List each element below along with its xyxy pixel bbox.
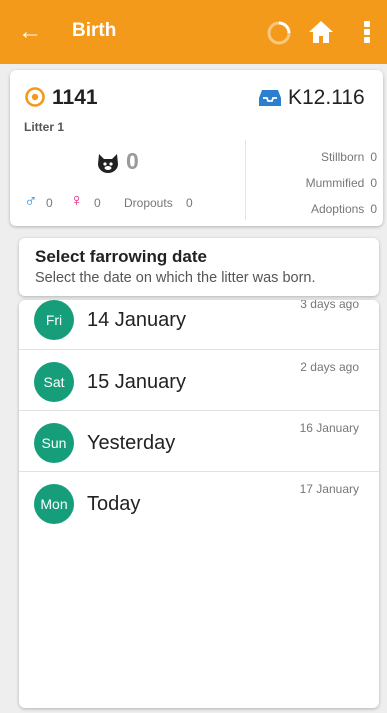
stat-value: 0 [370,202,377,216]
piglet-count: 0 [126,148,139,174]
male-count: 0 [46,196,53,210]
sow-summary-card: 1141 K12.116 Litter 1 0 ♂ 0 ♀ 0 Dropouts… [10,70,383,226]
litter-label: Litter 1 [24,120,65,134]
row-divider [19,471,379,472]
day-badge: Sun [34,423,74,463]
date-label: 14 January [87,309,186,331]
stat-adoptions: Adoptions 0 [305,202,377,216]
stat-label: Adoptions [310,202,365,216]
stat-label: Stillborn [320,150,365,164]
stat-value: 0 [370,150,377,164]
stat-label: Mummified [305,176,365,190]
date-label: 15 January [87,371,186,393]
relative-date: 2 days ago [300,360,359,374]
sow-id: 1141 [52,86,98,109]
date-row-fri[interactable]: Fri 14 January 3 days ago [19,300,379,350]
row-divider [19,410,379,411]
stat-stillborn: Stillborn 0 [315,150,377,164]
home-icon[interactable] [307,18,335,46]
back-arrow-icon[interactable]: ← [18,18,46,46]
select-date-header: Select farrowing date Select the date on… [19,238,379,296]
stat-mummified: Mummified 0 [300,176,377,190]
date-row-sun[interactable]: Sun Yesterday 16 January [19,412,379,472]
select-subtitle: Select the date on which the litter was … [35,270,316,286]
stat-value: 0 [370,176,377,190]
inbox-pen-icon [259,90,281,106]
relative-date: 3 days ago [300,300,359,311]
more-vert-icon[interactable] [360,18,374,46]
pen-id: K12.116 [288,86,365,109]
female-count: 0 [94,196,101,210]
date-row-mon[interactable]: Mon Today 17 January [19,473,379,533]
relative-date: 16 January [299,421,359,435]
target-icon [25,87,45,107]
app-bar: ← Birth [0,0,387,64]
date-label: Today [87,493,141,515]
row-divider [19,349,379,350]
date-row-sat[interactable]: Sat 15 January 2 days ago [19,351,379,411]
dropouts-label: Dropouts [124,196,173,210]
select-title: Select farrowing date [35,247,207,266]
page-title: Birth [72,20,117,41]
date-label: Yesterday [87,432,176,454]
relative-date: 17 January [299,482,359,496]
male-icon: ♂ [24,191,38,211]
female-icon: ♀ [70,190,84,210]
day-badge: Mon [34,484,74,524]
dropouts-count: 0 [186,196,193,210]
loading-spinner-icon [267,21,291,45]
date-list[interactable]: Fri 14 January 3 days ago Sat 15 January… [19,300,379,708]
vertical-divider [245,140,246,220]
day-badge: Sat [34,362,74,402]
piglet-icon [98,154,118,173]
day-badge: Fri [34,300,74,340]
